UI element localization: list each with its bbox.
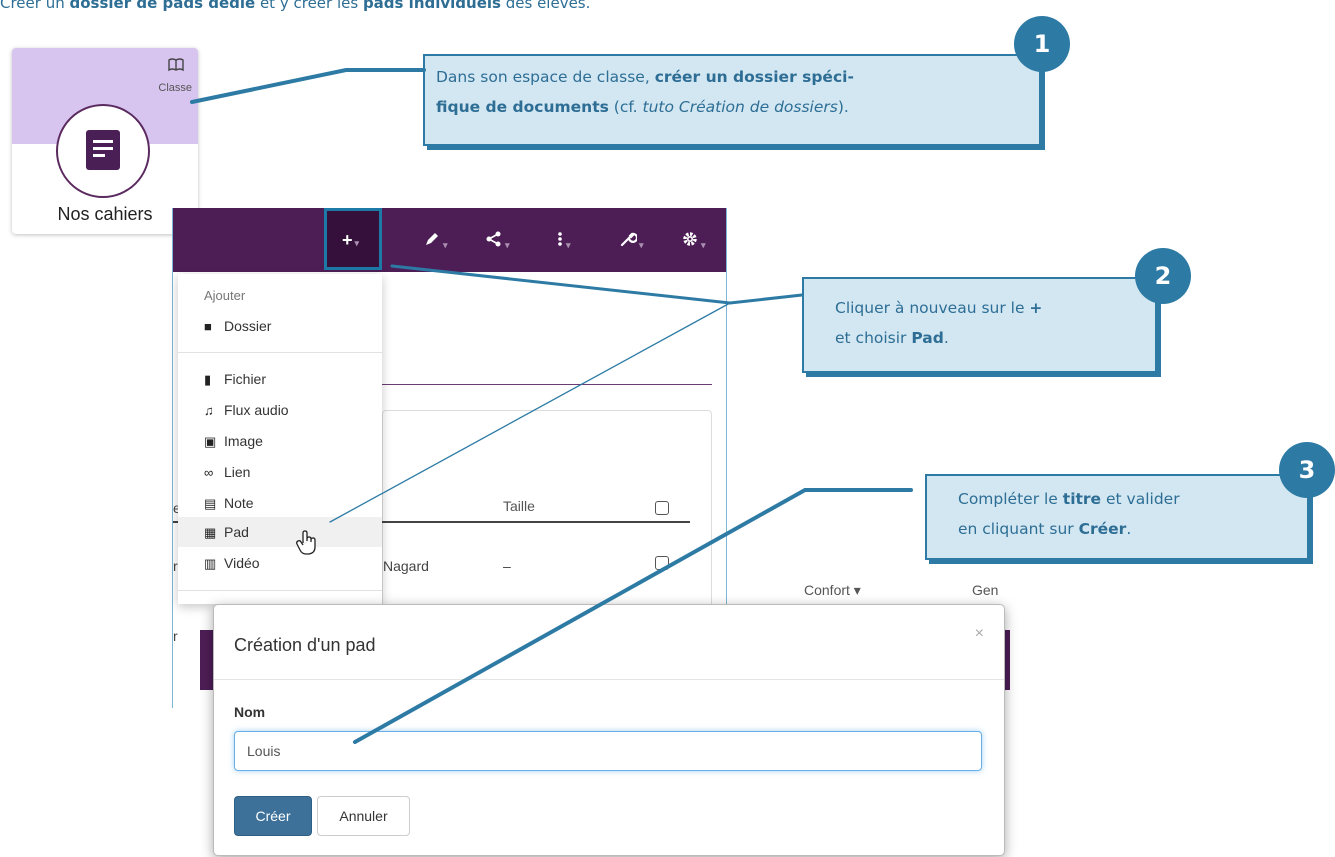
connector-line-3: [353, 488, 913, 744]
connector-lines: [190, 68, 913, 744]
connector-line-1: [190, 68, 426, 104]
connector-line-2-thin: [329, 302, 731, 523]
connector-line-2: [390, 264, 804, 305]
